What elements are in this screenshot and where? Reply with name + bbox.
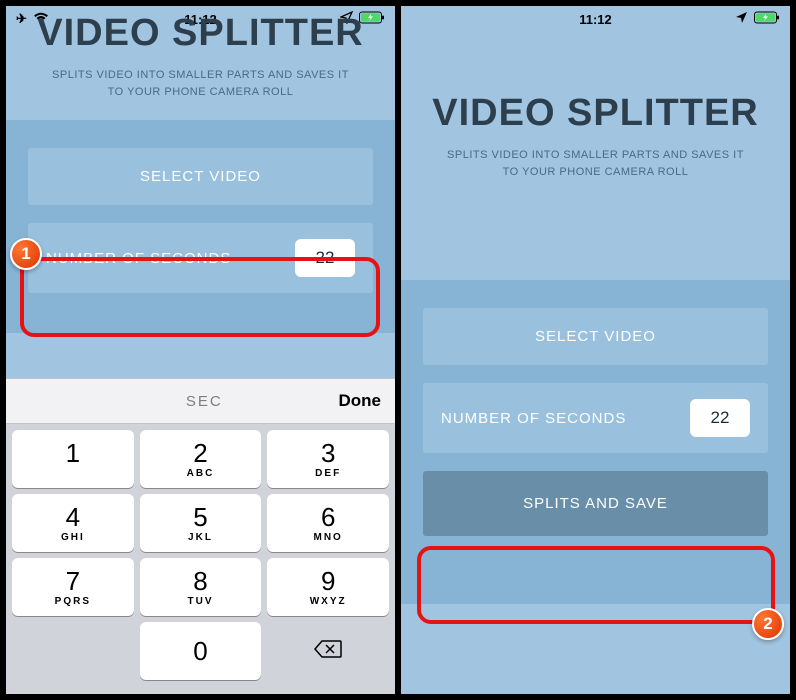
key-letters: TUV xyxy=(188,596,214,607)
content-panel: SELECT VIDEO NUMBER OF SECONDS xyxy=(6,120,395,333)
key-5[interactable]: 5 JKL xyxy=(140,494,262,552)
key-letters: MNO xyxy=(314,532,343,543)
seconds-input[interactable] xyxy=(295,239,355,277)
keyboard-field-label: SEC xyxy=(70,393,339,410)
status-bar: 11:12 xyxy=(401,6,790,32)
key-digit: 5 xyxy=(193,504,207,530)
select-video-button[interactable]: SELECT VIDEO xyxy=(423,308,768,365)
airplane-mode-icon: ✈ xyxy=(16,11,27,27)
app-title: VIDEO SPLITTER xyxy=(421,92,770,135)
keyboard-done-button[interactable]: Done xyxy=(339,391,382,411)
key-backspace[interactable] xyxy=(267,622,389,680)
seconds-label: NUMBER OF SECONDS xyxy=(46,250,231,267)
key-digit: 1 xyxy=(66,440,80,466)
key-digit: 8 xyxy=(193,568,207,594)
app-title: VIDEO SPLITTER xyxy=(26,12,375,55)
key-6[interactable]: 6 MNO xyxy=(267,494,389,552)
key-digit: 9 xyxy=(321,568,335,594)
backspace-icon xyxy=(314,639,342,664)
location-icon xyxy=(735,11,748,27)
key-letters: JKL xyxy=(188,532,213,543)
key-digit: 0 xyxy=(193,638,207,664)
key-digit: 4 xyxy=(66,504,80,530)
screen-keyboard: ✈ 11:12 VIDEO SPLITTER SPLITS VIDEO INTO… xyxy=(4,4,397,696)
battery-charging-icon xyxy=(754,11,780,27)
splits-and-save-button[interactable]: SPLITS AND SAVE xyxy=(423,471,768,536)
seconds-row: NUMBER OF SECONDS xyxy=(423,383,768,453)
key-letters: WXYZ xyxy=(310,596,347,607)
key-digit: 7 xyxy=(66,568,80,594)
app-subtitle: SPLITS VIDEO INTO SMALLER PARTS AND SAVE… xyxy=(26,67,375,100)
key-4[interactable]: 4 GHI xyxy=(12,494,134,552)
status-time: 11:12 xyxy=(579,12,612,27)
step-badge-2: 2 xyxy=(752,608,784,640)
key-9[interactable]: 9 WXYZ xyxy=(267,558,389,616)
seconds-label: NUMBER OF SECONDS xyxy=(441,410,626,427)
key-2[interactable]: 2 ABC xyxy=(140,430,262,488)
key-7[interactable]: 7 PQRS xyxy=(12,558,134,616)
key-blank xyxy=(12,622,134,680)
key-letters: DEF xyxy=(315,468,341,479)
key-3[interactable]: 3 DEF xyxy=(267,430,389,488)
numeric-keyboard: 1 2 ABC 3 DEF 4 GHI 5 JKL 6 MNO 7 PQRS 8 TUV 9 WXYZ 0 xyxy=(6,424,395,694)
key-digit: 6 xyxy=(321,504,335,530)
header: VIDEO SPLITTER SPLITS VIDEO INTO SMALLER… xyxy=(6,12,395,120)
seconds-row: NUMBER OF SECONDS xyxy=(28,223,373,293)
key-digit: 3 xyxy=(321,440,335,466)
key-1[interactable]: 1 xyxy=(12,430,134,488)
key-0[interactable]: 0 xyxy=(140,622,262,680)
app-subtitle: SPLITS VIDEO INTO SMALLER PARTS AND SAVE… xyxy=(421,147,770,180)
select-video-button[interactable]: SELECT VIDEO xyxy=(28,148,373,205)
seconds-input[interactable] xyxy=(690,399,750,437)
key-letters: GHI xyxy=(61,532,85,543)
key-digit: 2 xyxy=(193,440,207,466)
screen-main: 11:12 VIDEO SPLITTER SPLITS VIDEO INTO S… xyxy=(399,4,792,696)
key-letters: PQRS xyxy=(55,596,91,607)
header: VIDEO SPLITTER SPLITS VIDEO INTO SMALLER… xyxy=(401,92,790,200)
content-panel: SELECT VIDEO NUMBER OF SECONDS SPLITS AN… xyxy=(401,280,790,604)
key-8[interactable]: 8 TUV xyxy=(140,558,262,616)
keyboard-accessory: SEC Done xyxy=(6,378,395,424)
key-letters: ABC xyxy=(187,468,215,479)
